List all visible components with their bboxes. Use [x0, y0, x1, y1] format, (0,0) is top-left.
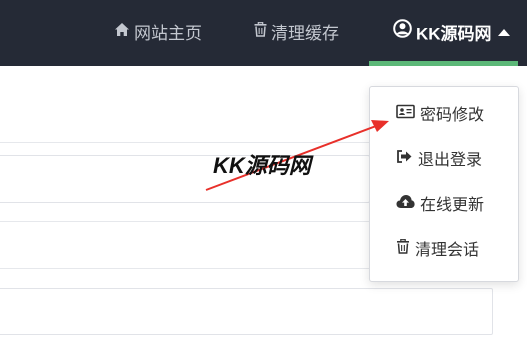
- admin-page: 网站主页 清理缓存 KK源码网 密码修改 退出登录 在线更新 清理会话 KK源码…: [0, 0, 527, 362]
- watermark-text: KK源码网: [213, 153, 311, 178]
- watermark-arrow: [205, 120, 389, 191]
